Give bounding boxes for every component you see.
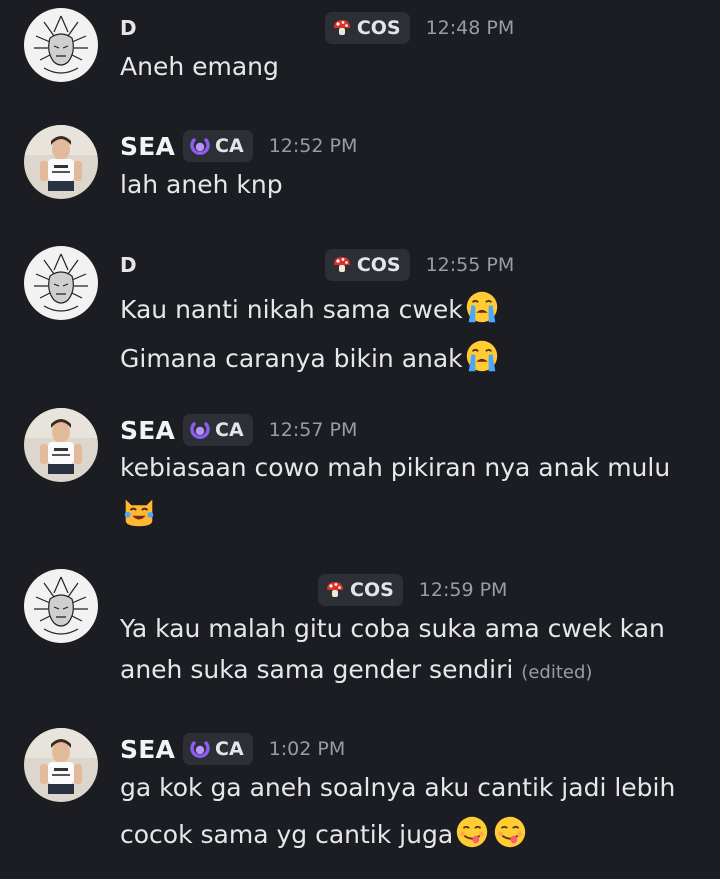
timestamp: 1:02 PM: [268, 738, 346, 760]
username[interactable]: SEA: [120, 735, 175, 764]
avatar[interactable]: [24, 569, 98, 643]
timestamp: 12:52 PM: [268, 135, 358, 157]
server-tag[interactable]: CA: [183, 733, 253, 765]
server-tag[interactable]: CA: [183, 414, 253, 446]
timestamp: 12:55 PM: [425, 254, 515, 276]
server-tag-label: CA: [215, 135, 244, 157]
loudly-crying-face-emoji: [463, 337, 501, 375]
server-tag-label: COS: [356, 254, 401, 276]
message-line: cocok sama yg cantik juga: [120, 820, 454, 849]
face-savoring-food-emoji: [453, 813, 491, 851]
message-line: aneh suka sama gender sendiri: [120, 655, 514, 684]
crescent-ring-icon: [190, 136, 210, 156]
avatar[interactable]: [24, 728, 98, 802]
server-tag[interactable]: COS: [324, 12, 410, 44]
username[interactable]: D: [120, 253, 137, 277]
message-text: cocok sama yg cantik juga: [120, 813, 529, 851]
avatar[interactable]: [24, 125, 98, 199]
server-tag[interactable]: CA: [183, 130, 253, 162]
avatar[interactable]: [24, 408, 98, 482]
username[interactable]: SEA: [120, 132, 175, 161]
server-tag-label: COS: [356, 17, 401, 39]
avatar[interactable]: [24, 246, 98, 320]
username[interactable]: SEA: [120, 416, 175, 445]
server-tag[interactable]: COS: [324, 249, 410, 281]
timestamp: 12:48 PM: [425, 17, 515, 39]
crescent-ring-icon: [190, 420, 210, 440]
loudly-crying-face-emoji: [463, 288, 501, 326]
message-line: Gimana caranya bikin anak: [120, 344, 463, 373]
message-text: Gimana caranya bikin anak: [120, 337, 501, 375]
message-text: kebiasaan cowo mah pikiran nya anak mulu: [120, 453, 671, 482]
server-tag[interactable]: COS: [318, 574, 403, 606]
message-text: Ya kau malah gitu coba suka ama cwek kan: [120, 614, 665, 643]
message-text: ga kok ga aneh soalnya aku cantik jadi l…: [120, 773, 676, 802]
message-text: [120, 492, 158, 530]
mushroom-icon: [325, 580, 345, 600]
timestamp: 12:57 PM: [268, 419, 358, 441]
timestamp: 12:59 PM: [418, 579, 508, 601]
message-line: Kau nanti nikah sama cwek: [120, 295, 463, 324]
crescent-ring-icon: [190, 739, 210, 759]
message-text: Aneh emang: [120, 52, 279, 81]
message-text: lah aneh knp: [120, 170, 283, 199]
mushroom-icon: [332, 255, 352, 275]
message-text: aneh suka sama gender sendiri (edited): [120, 655, 592, 684]
avatar[interactable]: [24, 8, 98, 82]
cat-tears-of-joy-emoji: [120, 492, 158, 530]
server-tag-label: CA: [215, 419, 244, 441]
face-savoring-food-emoji: [491, 813, 529, 851]
server-tag-label: COS: [350, 579, 394, 601]
server-tag-label: CA: [215, 738, 244, 760]
message-text: Kau nanti nikah sama cwek: [120, 288, 501, 326]
edited-label: (edited): [521, 662, 593, 683]
mushroom-icon: [332, 18, 352, 38]
username[interactable]: D: [120, 16, 137, 40]
